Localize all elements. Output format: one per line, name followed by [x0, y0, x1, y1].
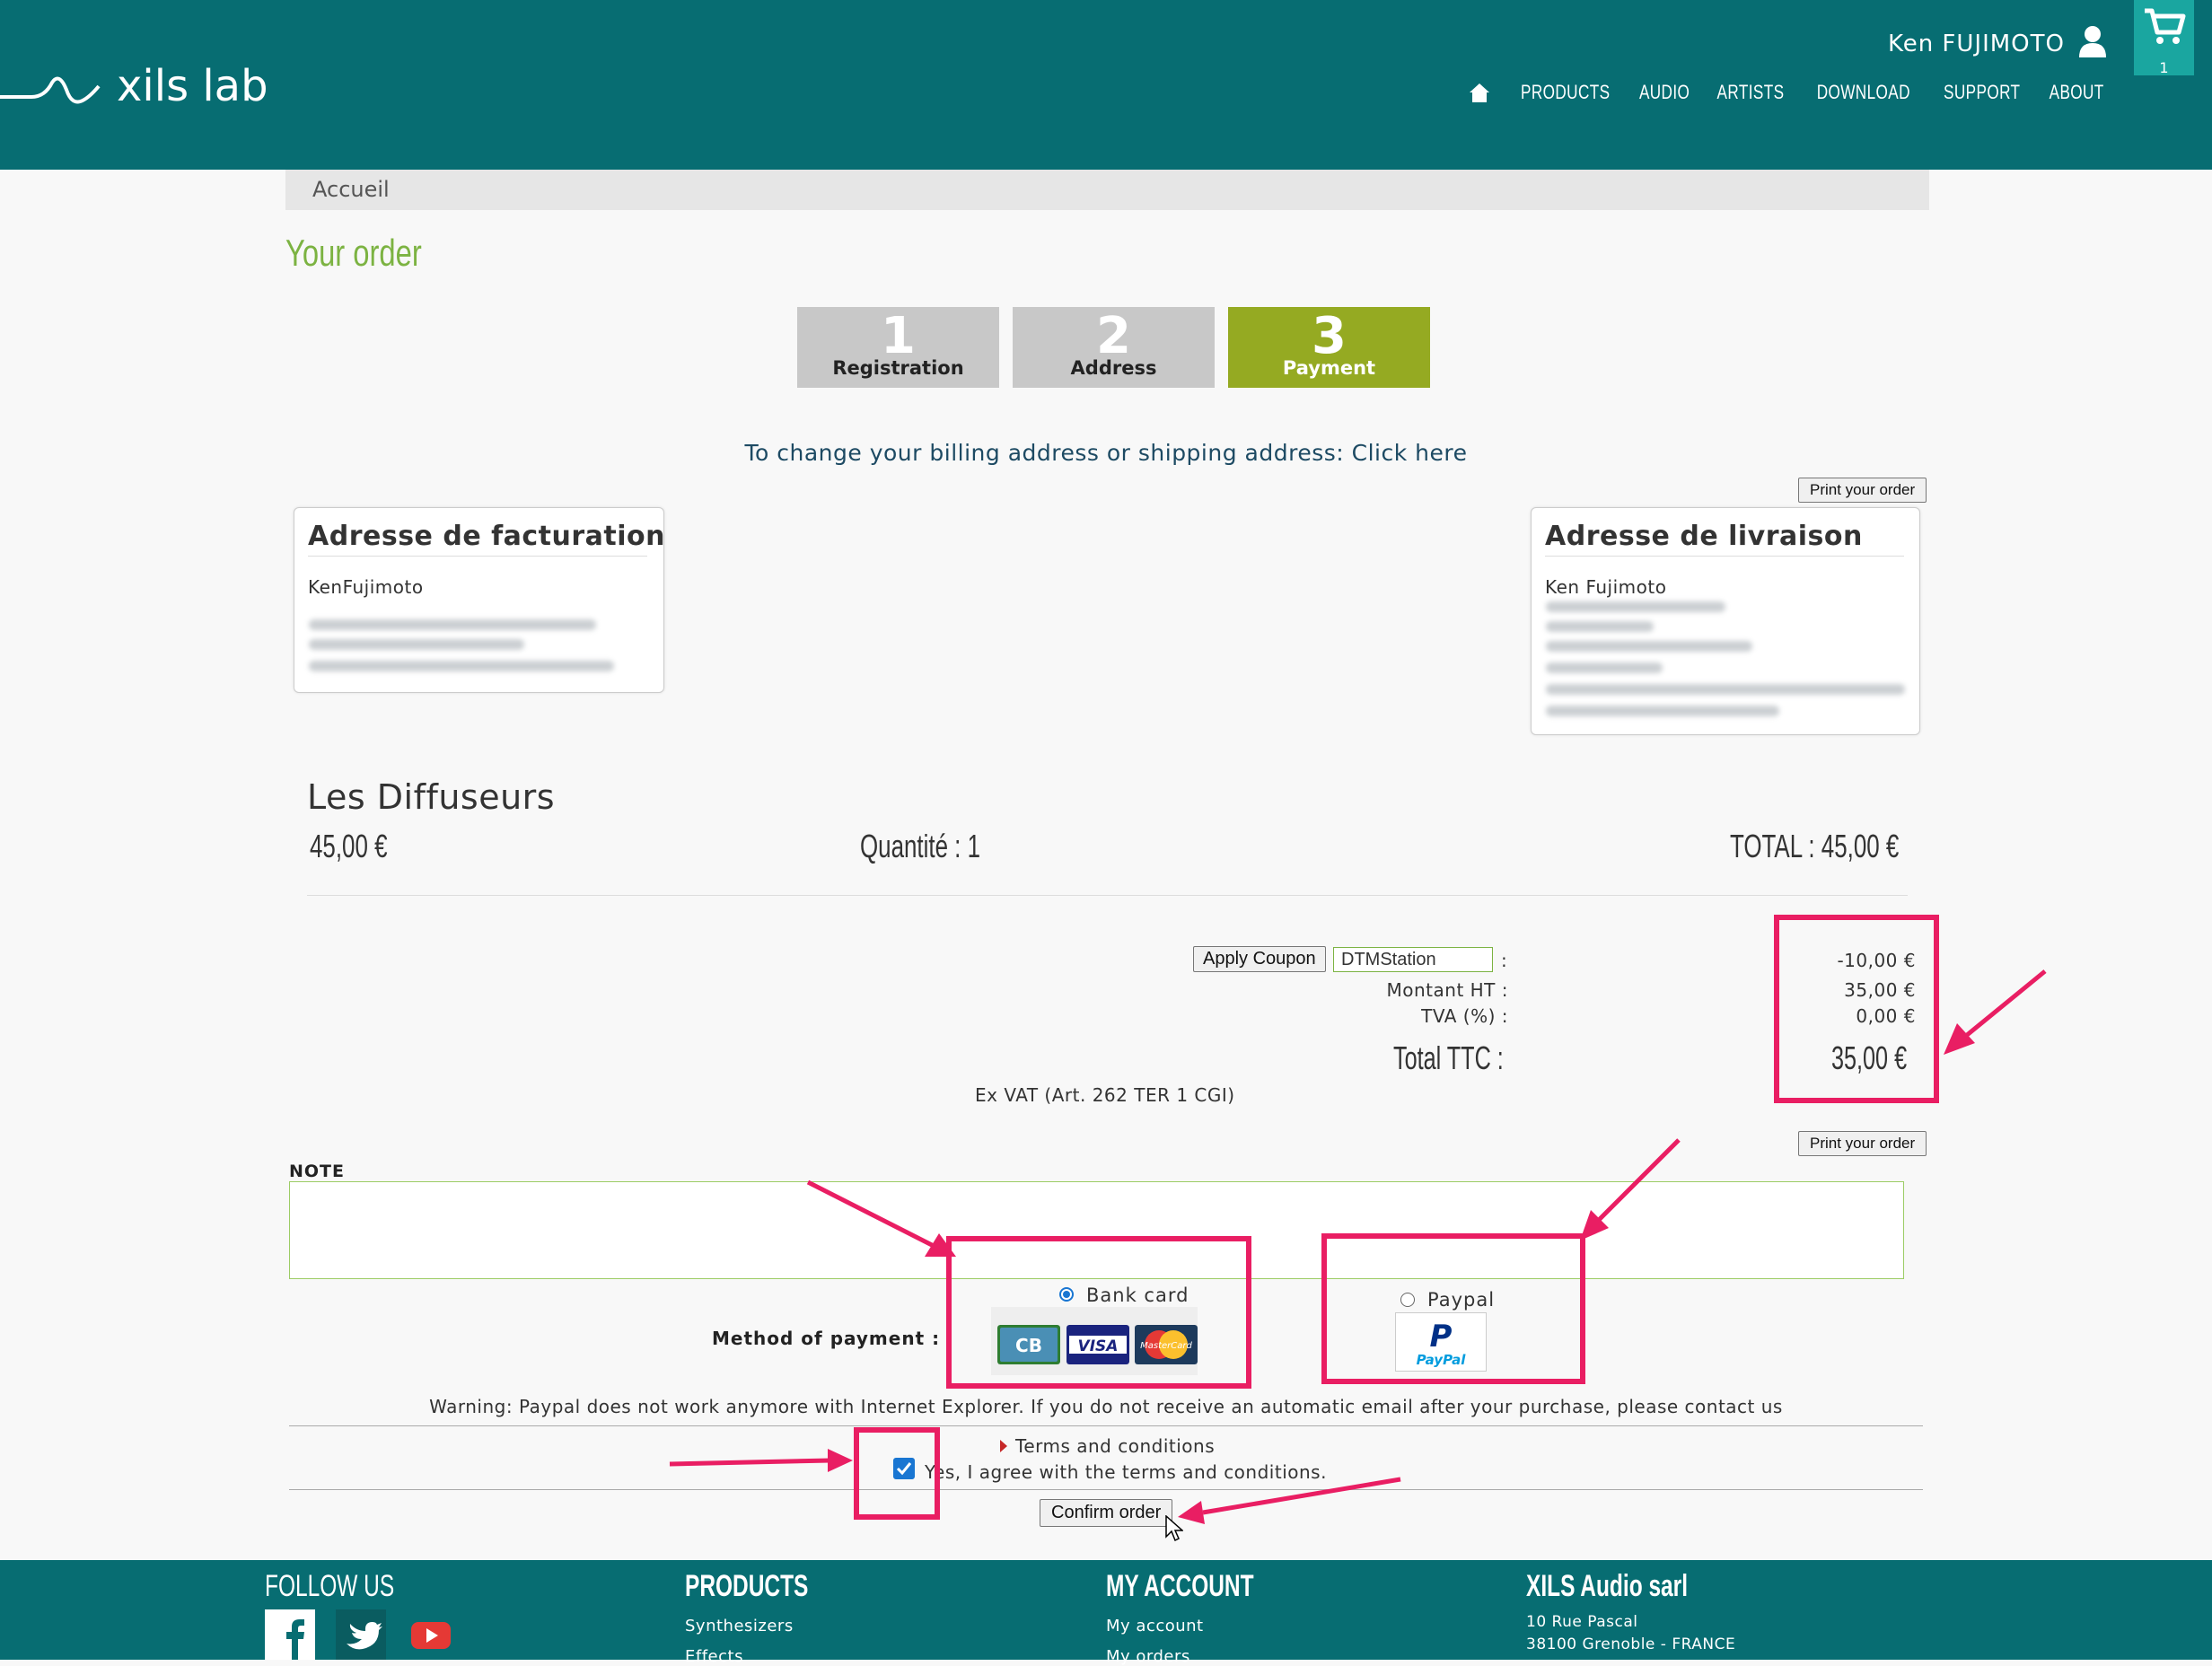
- tva-label: TVA (%) :: [1421, 1005, 1508, 1027]
- nav-artists[interactable]: ARTISTS: [1716, 81, 1784, 104]
- cart-icon: [2145, 8, 2186, 44]
- ex-vat-note: Ex VAT (Art. 262 TER 1 CGI): [975, 1084, 1235, 1106]
- note-label: NOTE: [289, 1162, 345, 1181]
- blurred-address-line: [1546, 684, 1905, 695]
- divider: [289, 1425, 1923, 1426]
- divider: [307, 895, 1908, 896]
- annotation-highlight-totals: [1774, 915, 1939, 1103]
- blurred-address-line: [1546, 601, 1725, 612]
- blurred-address-line: [309, 639, 524, 650]
- ttc-label: Total TTC :: [1393, 1039, 1504, 1076]
- breadcrumb-home[interactable]: Accueil: [312, 177, 390, 202]
- youtube-icon[interactable]: [406, 1609, 456, 1660]
- change-address-link[interactable]: To change your billing address or shippi…: [0, 440, 2212, 466]
- payment-method-label: Method of payment :: [712, 1328, 941, 1349]
- divider: [289, 1489, 1923, 1490]
- print-order-button[interactable]: Print your order: [1798, 478, 1927, 503]
- shipping-address-card: Adresse de livraison Ken Fujimoto: [1531, 507, 1920, 735]
- nav-support[interactable]: SUPPORT: [1944, 81, 2020, 104]
- twitter-icon[interactable]: [336, 1609, 386, 1660]
- coupon-colon: :: [1501, 950, 1507, 971]
- step-number: 1: [881, 307, 916, 365]
- cart-count: 1: [2159, 59, 2169, 76]
- billing-name: KenFujimoto: [308, 576, 424, 598]
- apply-coupon-button[interactable]: Apply Coupon: [1193, 946, 1326, 972]
- user-icon[interactable]: [2077, 25, 2108, 57]
- footer-link-synthesizers[interactable]: Synthesizers: [685, 1617, 794, 1635]
- product-price: 45,00 €: [310, 828, 388, 864]
- step-payment[interactable]: 3 Payment: [1228, 307, 1430, 388]
- nav-audio[interactable]: AUDIO: [1639, 81, 1690, 104]
- product-quantity: Quantité : 1: [860, 828, 981, 864]
- step-address[interactable]: 2 Address: [1013, 307, 1215, 388]
- billing-address-card: Adresse de facturation KenFujimoto: [294, 507, 665, 693]
- xils-lab-logo[interactable]: xils lab: [0, 54, 269, 117]
- print-order-button-bottom[interactable]: Print your order: [1798, 1131, 1927, 1156]
- blurred-address-line: [309, 619, 596, 630]
- annotation-highlight-paypal: [1321, 1233, 1585, 1384]
- confirm-order-button[interactable]: Confirm order: [1040, 1499, 1173, 1527]
- main-nav: PRODUCTS AUDIO ARTISTS DOWNLOAD SUPPORT …: [1468, 81, 2104, 104]
- footer-link-my-account[interactable]: My account: [1106, 1617, 1204, 1635]
- blurred-address-line: [1546, 621, 1654, 632]
- step-registration[interactable]: 1 Registration: [797, 307, 999, 388]
- coupon-input[interactable]: DTMStation: [1333, 947, 1493, 972]
- nav-products[interactable]: PRODUCTS: [1521, 81, 1610, 104]
- blurred-address-line: [309, 661, 614, 671]
- home-icon[interactable]: [1468, 81, 1491, 104]
- step-label: Payment: [1282, 357, 1376, 379]
- facebook-icon[interactable]: [265, 1609, 315, 1660]
- nav-about[interactable]: ABOUT: [2049, 81, 2103, 104]
- product-name: Les Diffuseurs: [307, 777, 556, 817]
- mouse-cursor-icon: [1165, 1515, 1183, 1542]
- page-title: Your order: [285, 232, 422, 274]
- ht-label: Montant HT :: [1386, 979, 1508, 1001]
- agree-label[interactable]: Yes, I agree with the terms and conditio…: [925, 1461, 1327, 1483]
- footer-address-line: 38100 Grenoble - FRANCE: [1526, 1635, 1736, 1653]
- footer-address-line: 10 Rue Pascal: [1526, 1613, 1638, 1631]
- nav-download[interactable]: DOWNLOAD: [1816, 81, 1909, 104]
- footer-link-effects[interactable]: Effects: [685, 1647, 743, 1666]
- product-total: TOTAL : 45,00 €: [1730, 828, 1900, 864]
- shipping-title: Adresse de livraison: [1545, 521, 1904, 557]
- expand-arrow-icon[interactable]: [1000, 1440, 1007, 1452]
- blurred-address-line: [1546, 641, 1752, 652]
- blurred-address-line: [1546, 706, 1779, 716]
- annotation-highlight-checkbox: [854, 1427, 940, 1520]
- paypal-warning: Warning: Paypal does not work anymore wi…: [429, 1396, 1783, 1417]
- footer-products-heading: PRODUCTS: [685, 1569, 809, 1603]
- step-label: Registration: [832, 357, 964, 379]
- footer-link-my-orders[interactable]: My orders: [1106, 1647, 1190, 1666]
- step-number: 3: [1312, 307, 1347, 365]
- footer-follow-heading: FOLLOW US: [265, 1569, 395, 1603]
- step-number: 2: [1096, 307, 1131, 365]
- billing-title: Adresse de facturation: [308, 521, 665, 557]
- blurred-address-line: [1546, 662, 1663, 673]
- footer-account-heading: MY ACCOUNT: [1106, 1569, 1254, 1603]
- annotation-highlight-bank-card: [946, 1236, 1251, 1389]
- shipping-name: Ken Fujimoto: [1545, 576, 1667, 598]
- svg-text:xils lab: xils lab: [117, 61, 268, 111]
- terms-link[interactable]: Terms and conditions: [1015, 1435, 1215, 1457]
- breadcrumb: Accueil: [285, 170, 1929, 210]
- user-name[interactable]: Ken FUJIMOTO: [1888, 31, 2065, 57]
- footer-company-heading: XILS Audio sarl: [1526, 1569, 1689, 1603]
- step-label: Address: [1070, 357, 1157, 379]
